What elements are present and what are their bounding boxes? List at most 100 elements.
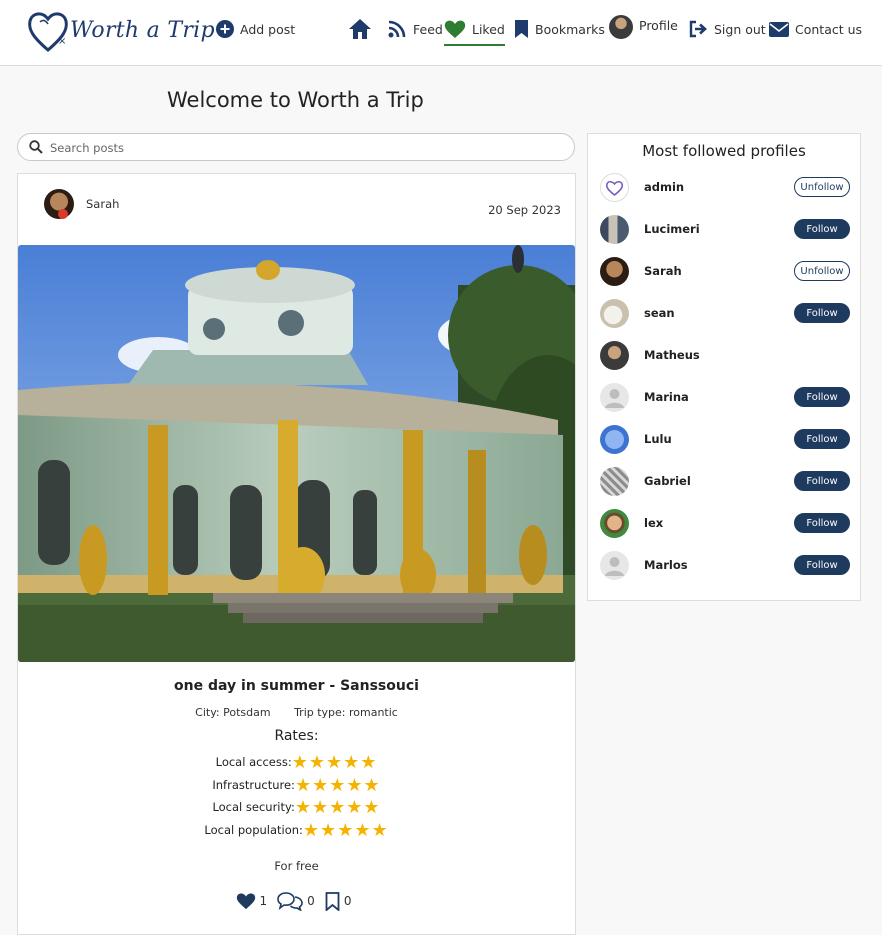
- nav-add-post[interactable]: Add post: [216, 16, 295, 42]
- nav-feed[interactable]: Feed: [387, 16, 443, 42]
- star-icon: ★★★★★: [302, 820, 389, 841]
- profile-name[interactable]: Marina: [644, 390, 689, 404]
- profile-row-matheus: Matheus: [600, 339, 852, 371]
- star-icon: ★★★★★: [294, 797, 381, 818]
- bookmark-icon: [515, 20, 528, 38]
- profile-row-lucimeri: Lucimeri Follow: [600, 213, 852, 245]
- most-followed-profiles: Most followed profiles admin Unfollow Lu…: [587, 133, 861, 601]
- profile-name[interactable]: sean: [644, 306, 675, 320]
- rate-row-local-population: Local population:★★★★★: [18, 820, 575, 841]
- sign-out-icon: [689, 20, 707, 38]
- sanssouci-photo-icon: [18, 245, 575, 662]
- star-icon: ★★★★★: [294, 775, 381, 796]
- profile-row-sean: sean Follow: [600, 297, 852, 329]
- avatar[interactable]: [600, 341, 629, 370]
- post-city: City: Potsdam: [195, 706, 271, 719]
- heart-logo-icon: ×: [28, 12, 68, 52]
- rate-label: Local security:: [212, 800, 295, 814]
- nav-add-post-label: Add post: [240, 21, 296, 37]
- post-date: 20 Sep 2023: [488, 203, 561, 217]
- post-title[interactable]: one day in summer - Sanssouci: [18, 678, 575, 694]
- avatar[interactable]: [600, 467, 629, 496]
- avatar[interactable]: [600, 425, 629, 454]
- follow-button[interactable]: Follow: [794, 219, 850, 239]
- post-card: Sarah 20 Sep 2023 one day in summer - Sa…: [17, 173, 576, 935]
- follow-button[interactable]: Follow: [794, 513, 850, 533]
- nav-bookmarks[interactable]: Bookmarks: [514, 16, 605, 42]
- post-trip-type: Trip type: romantic: [294, 706, 398, 719]
- profile-row-marlos: Marlos Follow: [600, 549, 852, 581]
- follow-button[interactable]: Follow: [794, 429, 850, 449]
- profile-avatar: [609, 15, 633, 39]
- profile-name[interactable]: admin: [644, 180, 684, 194]
- rate-label: Local population:: [204, 823, 303, 837]
- unfollow-button[interactable]: Unfollow: [794, 261, 850, 281]
- logo[interactable]: × Worth a Trip: [26, 6, 215, 54]
- rss-feed-icon: [388, 20, 406, 38]
- envelope-icon: [769, 21, 789, 37]
- svg-text:×: ×: [58, 36, 66, 47]
- profile-row-admin: admin Unfollow: [600, 171, 852, 203]
- profile-name[interactable]: Lulu: [644, 432, 672, 446]
- follow-button[interactable]: Follow: [794, 303, 850, 323]
- nav-bookmarks-label: Bookmarks: [535, 21, 605, 37]
- avatar[interactable]: [600, 551, 629, 580]
- author-name[interactable]: Sarah: [86, 197, 119, 211]
- avatar[interactable]: [600, 215, 629, 244]
- rate-row-infrastructure: Infrastructure:★★★★★: [18, 775, 575, 796]
- follow-button[interactable]: Follow: [794, 471, 850, 491]
- nav-contact-label: Contact us: [795, 21, 863, 37]
- sidebar-title: Most followed profiles: [642, 142, 806, 160]
- nav-liked-label: Liked: [472, 21, 505, 37]
- profile-row-gabriel: Gabriel Follow: [600, 465, 852, 497]
- home-icon: [349, 19, 371, 39]
- avatar[interactable]: [600, 299, 629, 328]
- likes-count: 1: [259, 894, 268, 908]
- nav-liked[interactable]: Liked: [444, 16, 505, 46]
- profile-name[interactable]: Marlos: [644, 558, 688, 572]
- heart-logo-icon: [605, 180, 624, 197]
- unfollow-button[interactable]: Unfollow: [794, 177, 850, 197]
- post-author[interactable]: Sarah: [44, 189, 119, 219]
- post-image[interactable]: [18, 245, 575, 662]
- avatar[interactable]: [600, 509, 629, 538]
- follow-button[interactable]: Follow: [794, 387, 850, 407]
- post-actions: 1 0 0: [18, 891, 575, 911]
- rate-label: Infrastructure:: [212, 778, 295, 792]
- like-heart-icon[interactable]: [236, 892, 256, 910]
- nav-profile[interactable]: Profile: [609, 14, 678, 40]
- page-title: Welcome to Worth a Trip: [167, 88, 424, 112]
- avatar[interactable]: [600, 173, 629, 202]
- heart-icon: [444, 20, 466, 38]
- search-input[interactable]: [48, 137, 562, 159]
- nav-home[interactable]: [348, 16, 372, 42]
- avatar[interactable]: [600, 383, 629, 412]
- rates-title: Rates:: [274, 728, 319, 744]
- nav-profile-label: Profile: [639, 17, 678, 33]
- search-bar[interactable]: [17, 133, 575, 161]
- nav-feed-label: Feed: [413, 21, 443, 37]
- avatar[interactable]: [600, 257, 629, 286]
- follow-button[interactable]: Follow: [794, 555, 850, 575]
- rate-row-local-security: Local security:★★★★★: [18, 797, 575, 818]
- plus-circle-icon: [216, 20, 234, 38]
- logo-text: Worth a Trip: [70, 18, 215, 43]
- profile-row-lex: lex Follow: [600, 507, 852, 539]
- profile-name[interactable]: Matheus: [644, 348, 700, 362]
- bookmark-outline-icon[interactable]: [325, 891, 340, 911]
- profile-name[interactable]: lex: [644, 516, 663, 530]
- profile-name[interactable]: Gabriel: [644, 474, 691, 488]
- comments-icon[interactable]: [277, 891, 303, 911]
- navbar: × Worth a Trip Add post Feed Liked Bookm…: [0, 0, 882, 66]
- rate-row-local-access: Local access:★★★★★: [18, 752, 575, 773]
- nav-contact[interactable]: Contact us: [769, 16, 862, 42]
- profile-row-lulu: Lulu Follow: [600, 423, 852, 455]
- nav-sign-out[interactable]: Sign out: [688, 16, 766, 42]
- profile-name[interactable]: Lucimeri: [644, 222, 700, 236]
- post-price: For free: [274, 859, 319, 873]
- author-avatar[interactable]: [44, 189, 74, 219]
- nav-sign-out-label: Sign out: [714, 21, 766, 37]
- profile-name[interactable]: Sarah: [644, 264, 682, 278]
- star-icon: ★★★★★: [291, 752, 378, 773]
- bookmarks-count: 0: [343, 894, 352, 908]
